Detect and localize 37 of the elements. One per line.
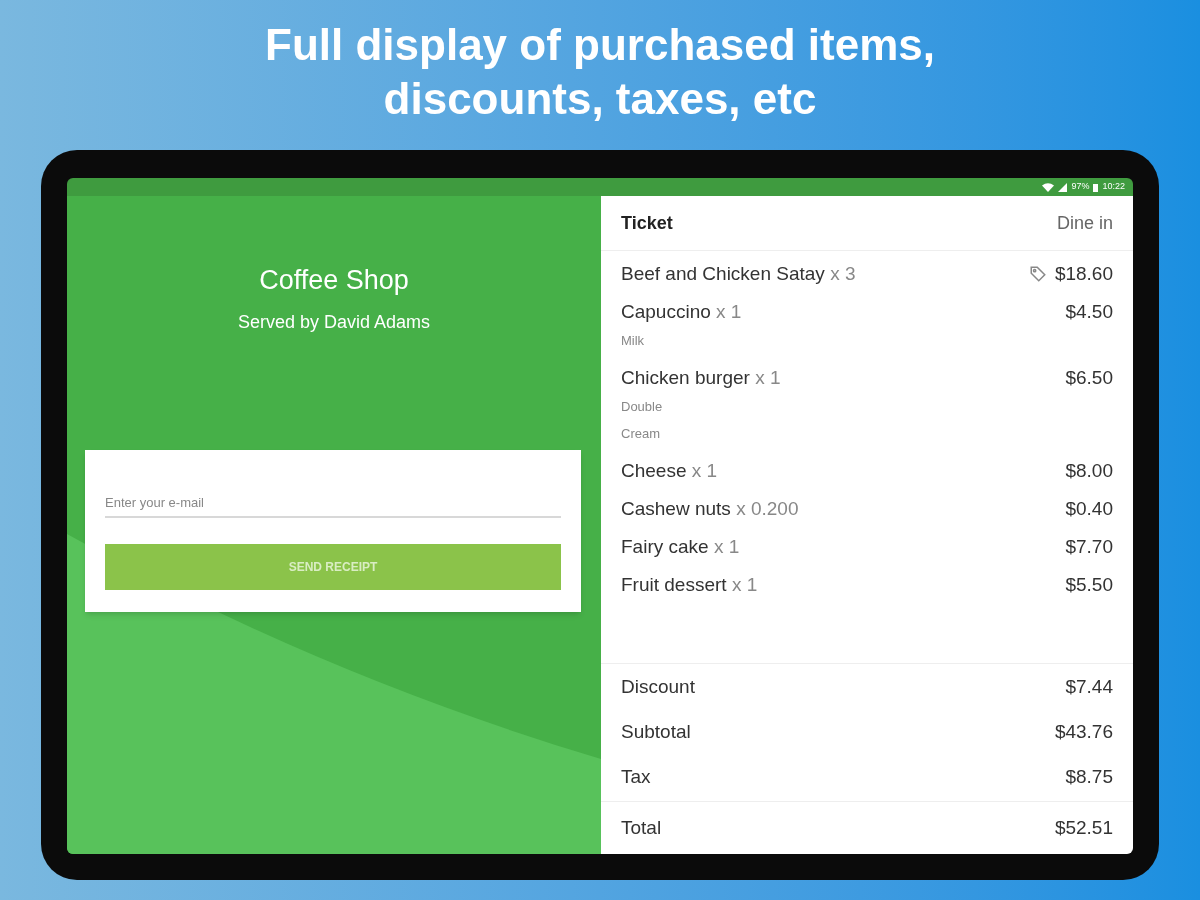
ticket-item[interactable]: Cashew nuts x 0.200 $0.40	[621, 497, 1113, 520]
item-price: $6.50	[1065, 366, 1113, 389]
summary-value: $8.75	[1065, 765, 1113, 789]
summary-value: $43.76	[1054, 720, 1113, 744]
summary-label: Subtotal	[621, 720, 691, 744]
item-price: $7.70	[1065, 535, 1113, 558]
server-name: Served by David Adams	[237, 310, 431, 334]
wifi-icon	[1042, 182, 1055, 192]
headline: Full display of purchased items,	[265, 19, 935, 71]
shop-name: Coffee Shop	[259, 264, 409, 297]
summary-label: Tax	[621, 765, 651, 789]
item-modifier: Double	[621, 397, 664, 416]
item-price: $8.00	[1065, 459, 1113, 482]
ticket-item[interactable]: Beef and Chicken Satay x 3 $18.60	[621, 263, 1113, 285]
item-price: $0.40	[1065, 497, 1113, 520]
summary-value: $7.44	[1065, 675, 1113, 699]
battery-icon	[1093, 182, 1099, 192]
total-label: Total	[621, 815, 662, 840]
ticket-title: Ticket	[621, 211, 673, 235]
ticket-item[interactable]: Fairy cake x 1 $7.70	[621, 535, 1113, 558]
battery-level: 97%	[1071, 180, 1090, 194]
order-type: Dine in	[1056, 211, 1113, 235]
item-modifier: Cream	[621, 425, 661, 443]
total-value: $52.51	[1054, 815, 1113, 840]
email-field[interactable]: Enter your e-mail	[105, 492, 561, 518]
item-price: $18.60	[1054, 263, 1113, 285]
ticket-item[interactable]: Capuccino x 1 Milk $4.50	[621, 301, 1113, 351]
item-price: $5.50	[1065, 573, 1113, 596]
clock: 10:22	[1102, 180, 1125, 194]
item-modifier: Milk	[621, 332, 646, 350]
ticket-item[interactable]: Cheese x 1 $8.00	[621, 459, 1113, 482]
signal-icon	[1058, 182, 1068, 192]
ticket-item[interactable]: Fruit dessert x 1 $5.50	[621, 573, 1113, 596]
summary-label: Discount	[621, 675, 695, 699]
headline: discounts, taxes, etc	[383, 73, 817, 125]
item-price: $4.50	[1065, 301, 1113, 323]
ticket-item[interactable]: Chicken burger x 1 Double Cream $6.50	[621, 366, 1113, 444]
